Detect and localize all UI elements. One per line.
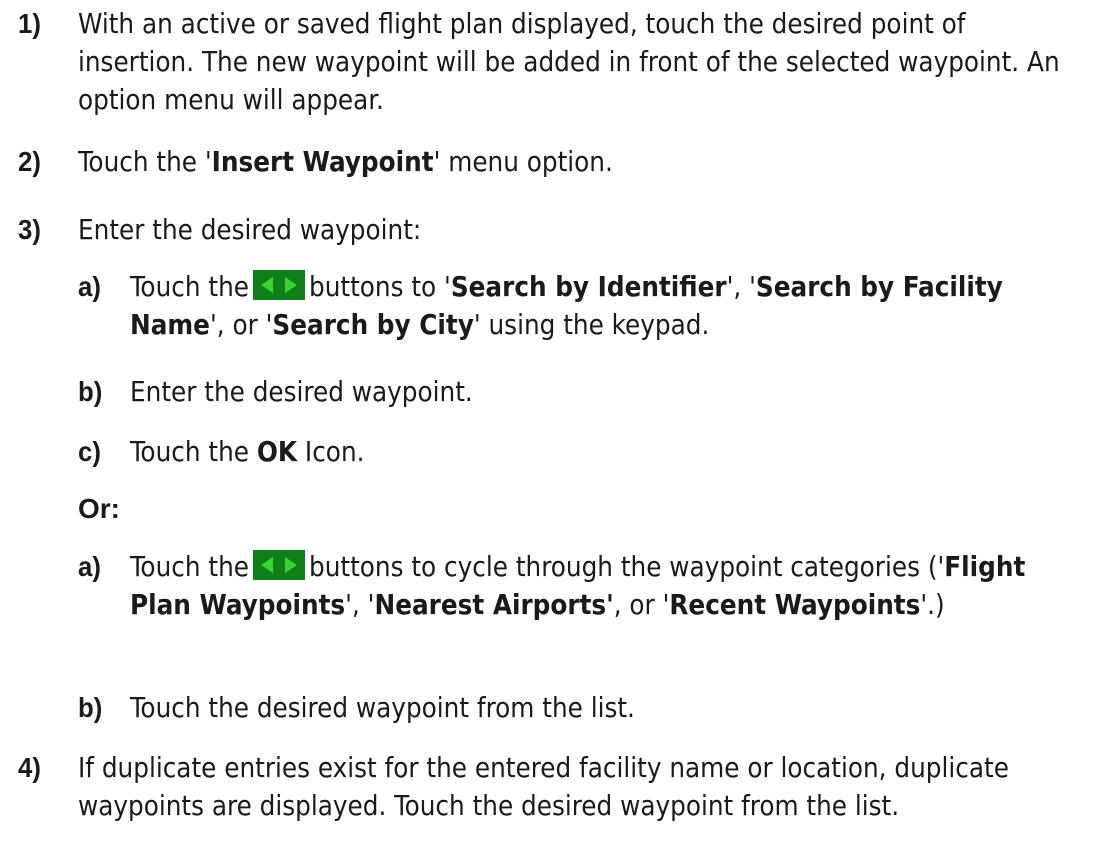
instruction-document: 1) With an active or saved flight plan d… (0, 0, 1103, 843)
substep-letter: b) (78, 376, 103, 407)
left-right-arrow-buttons-icon (253, 550, 305, 580)
substep-text: Touch the OK Icon. (130, 436, 365, 468)
step-number: 2) (18, 146, 41, 177)
step-number: 1) (18, 8, 41, 39)
substep-letter: c) (78, 436, 101, 467)
ok-label: OK (256, 436, 298, 468)
substep-text: Enter the desired waypoint. (130, 376, 473, 408)
substep-text: Touch the buttons to cycle through the wa… (130, 550, 1026, 621)
left-right-arrow-buttons-icon (253, 270, 305, 300)
insert-waypoint-option: Insert Waypoint (211, 146, 434, 178)
step-number: 4) (18, 752, 41, 783)
or-label: Or: (78, 493, 120, 524)
step-text: Touch the 'Insert Waypoint' menu option. (78, 146, 613, 178)
step-text: Enter the desired waypoint: (78, 214, 422, 246)
substep-letter: b) (78, 692, 103, 723)
substep-letter: a) (78, 271, 101, 302)
substep-text: Touch the buttons to 'Search by Identifie… (130, 270, 1003, 341)
step-number: 3) (18, 214, 41, 245)
substep-letter: a) (78, 551, 101, 582)
step-text: If duplicate entries exist for the enter… (78, 752, 1009, 822)
step-text: With an active or saved flight plan disp… (78, 8, 1060, 116)
substep-text: Touch the desired waypoint from the list… (130, 692, 635, 724)
